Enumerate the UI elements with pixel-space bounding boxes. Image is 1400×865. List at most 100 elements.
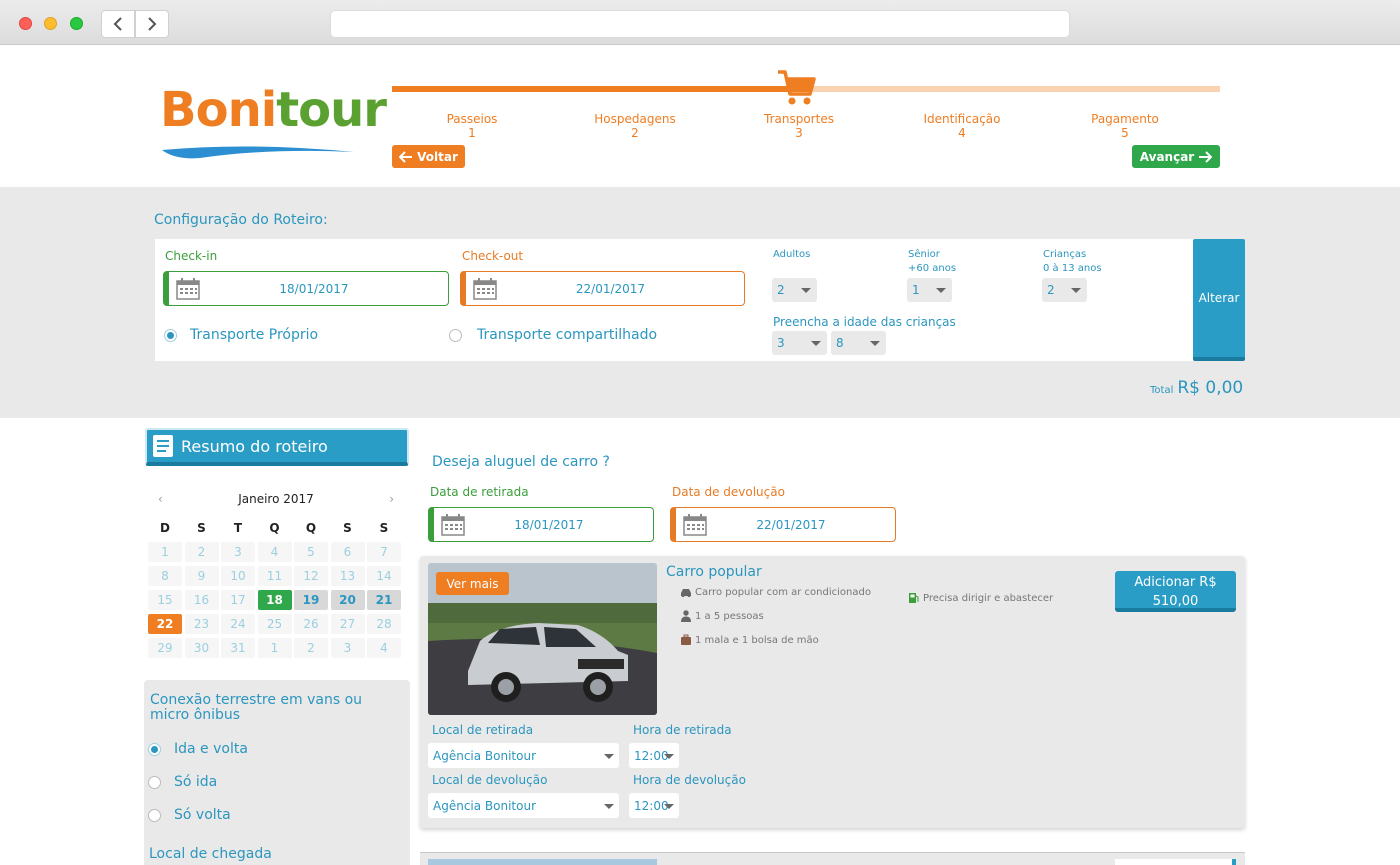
step-passeios[interactable]: Passeios 1 — [412, 112, 532, 140]
ida-e-volta-radio[interactable] — [148, 743, 161, 756]
next-button-label: Avançar — [1139, 149, 1195, 164]
calendar-day[interactable]: 12 — [294, 566, 328, 586]
step-transportes[interactable]: Transportes 3 — [739, 112, 859, 140]
calendar-day[interactable]: 25 — [257, 614, 292, 634]
calendar-day[interactable]: 1 — [257, 638, 292, 658]
hora-retirada-select[interactable]: 12:00 — [629, 743, 679, 768]
step-number: 1 — [468, 126, 476, 140]
document-list-icon — [153, 435, 173, 457]
total-value: R$ 0,00 — [1177, 378, 1244, 398]
calendar-icon — [683, 513, 707, 536]
calendar-day[interactable]: 14 — [367, 566, 401, 586]
so-ida-radio[interactable] — [148, 776, 161, 789]
config-title: Configuração do Roteiro: — [154, 212, 328, 228]
alterar-button[interactable]: Alterar — [1193, 239, 1245, 361]
transporte-proprio-label[interactable]: Transporte Próprio — [190, 327, 318, 343]
devolucao-date-field[interactable]: 22/01/2017 — [670, 507, 896, 542]
so-volta-label[interactable]: Só volta — [174, 807, 231, 823]
calendar-day-checkout[interactable]: 22 — [148, 614, 182, 634]
transporte-compartilhado-radio[interactable] — [449, 329, 462, 342]
calendar-day[interactable]: 3 — [330, 638, 365, 658]
zoom-window-button[interactable] — [70, 17, 83, 30]
calendar-next-icon[interactable]: › — [389, 492, 394, 506]
calendar-day[interactable]: 23 — [184, 614, 219, 634]
car-photo-next[interactable] — [428, 859, 657, 865]
calendar-day-stay[interactable]: 21 — [367, 590, 401, 610]
calendar-day[interactable]: 1 — [148, 542, 182, 562]
add-car-button-next[interactable] — [1115, 859, 1236, 865]
calendar-day[interactable]: 30 — [184, 638, 219, 658]
calendar-day[interactable]: 3 — [221, 542, 255, 562]
local-devolucao-select[interactable]: Agência Bonitour — [428, 793, 619, 818]
transporte-compartilhado-label[interactable]: Transporte compartilhado — [477, 327, 657, 343]
address-bar[interactable] — [330, 10, 1070, 38]
so-ida-label[interactable]: Só ida — [174, 774, 217, 790]
senior-sublabel: +60 anos — [908, 263, 957, 274]
calendar-day[interactable]: 13 — [330, 566, 365, 586]
calendar-day[interactable]: 11 — [257, 566, 292, 586]
weekday: S — [343, 521, 352, 535]
weekday: Q — [269, 521, 280, 535]
back-button[interactable]: Voltar — [392, 145, 465, 168]
calendar-day[interactable]: 31 — [221, 638, 255, 658]
calendar-day[interactable]: 2 — [294, 638, 328, 658]
add-car-button[interactable]: Adicionar R$ 510,00 — [1115, 571, 1236, 612]
step-identificacao[interactable]: Identificação 4 — [902, 112, 1022, 140]
checkin-date-field[interactable]: 18/01/2017 — [163, 271, 449, 306]
calendar-day[interactable]: 24 — [221, 614, 255, 634]
shopping-cart-icon — [778, 70, 816, 105]
calendar-day[interactable]: 29 — [148, 638, 182, 658]
calendar-day-stay[interactable]: 20 — [330, 590, 365, 610]
bonitour-logo[interactable]: Bonitour — [160, 82, 387, 162]
calendar-day[interactable]: 10 — [221, 566, 255, 586]
ver-mais-button[interactable]: Ver mais — [436, 572, 509, 595]
calendar-day[interactable]: 4 — [257, 542, 292, 562]
calendar-day[interactable]: 28 — [367, 614, 401, 634]
chevron-right-icon — [148, 17, 157, 31]
step-hospedagens[interactable]: Hospedagens 2 — [575, 112, 695, 140]
adultos-select[interactable]: 2 — [772, 278, 817, 302]
car-title: Carro popular — [666, 564, 762, 580]
checkout-date-field[interactable]: 22/01/2017 — [460, 271, 745, 306]
crianca-2-age-select[interactable]: 8 — [831, 331, 886, 355]
retirada-date-label: Data de retirada — [430, 485, 529, 499]
calendar-day[interactable]: 9 — [184, 566, 219, 586]
next-button[interactable]: Avançar — [1132, 145, 1220, 168]
close-window-button[interactable] — [19, 17, 32, 30]
calendar-day-stay[interactable]: 19 — [294, 590, 328, 610]
calendar-day[interactable]: 17 — [221, 590, 255, 610]
calendar-day[interactable]: 4 — [367, 638, 401, 658]
calendar-day-checkin[interactable]: 18 — [257, 590, 292, 610]
calendar-day[interactable]: 16 — [184, 590, 219, 610]
checkin-label: Check-in — [165, 249, 218, 263]
local-retirada-select[interactable]: Agência Bonitour — [428, 743, 619, 768]
car-feature-fuel-text: Precisa dirigir e abastecer — [923, 592, 1054, 604]
calendar-day[interactable]: 2 — [184, 542, 219, 562]
logo-text-tour: tour — [276, 82, 387, 138]
calendar-day[interactable]: 27 — [330, 614, 365, 634]
browser-back-button[interactable] — [101, 10, 135, 38]
calendar-day[interactable]: 15 — [148, 590, 182, 610]
so-volta-radio[interactable] — [148, 809, 161, 822]
step-pagamento[interactable]: Pagamento 5 — [1065, 112, 1185, 140]
crianca-1-age-select[interactable]: 3 — [772, 331, 827, 355]
minimize-window-button[interactable] — [44, 17, 57, 30]
calendar-day[interactable]: 7 — [367, 542, 401, 562]
criancas-select[interactable]: 2 — [1042, 278, 1087, 302]
browser-toolbar — [0, 0, 1400, 45]
hora-devolucao-label: Hora de devolução — [633, 773, 746, 787]
local-devolucao-label: Local de devolução — [432, 773, 548, 787]
calendar-day[interactable]: 5 — [294, 542, 328, 562]
calendar-day[interactable]: 26 — [294, 614, 328, 634]
hora-devolucao-select[interactable]: 12:00 — [629, 793, 679, 818]
checkout-label: Check-out — [462, 249, 524, 263]
calendar-day[interactable]: 8 — [148, 566, 182, 586]
retirada-date-field[interactable]: 18/01/2017 — [428, 507, 654, 542]
senior-select[interactable]: 1 — [907, 278, 952, 302]
transporte-proprio-radio[interactable] — [164, 329, 177, 342]
resumo-roteiro-button[interactable]: Resumo do roteiro — [145, 428, 409, 466]
step-label: Transportes — [764, 112, 834, 126]
calendar-day[interactable]: 6 — [330, 542, 365, 562]
browser-forward-button[interactable] — [135, 10, 169, 38]
ida-e-volta-label[interactable]: Ida e volta — [174, 741, 248, 757]
